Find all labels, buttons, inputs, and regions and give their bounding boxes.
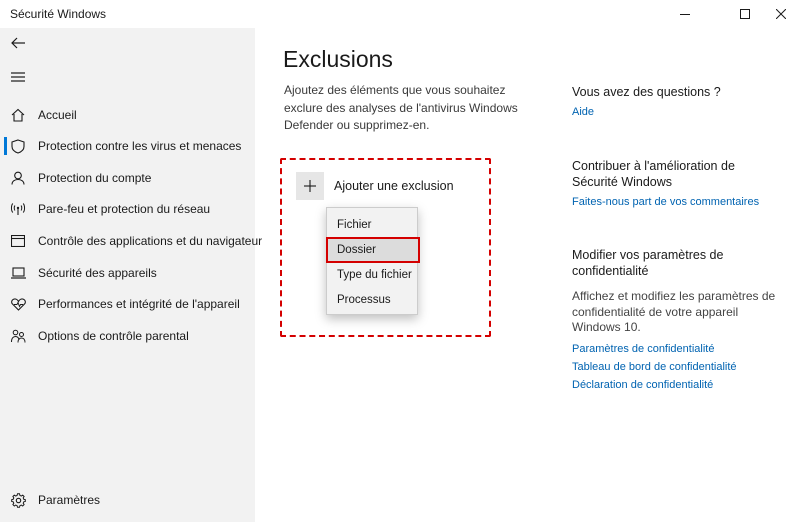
help-link[interactable]: Aide bbox=[572, 106, 782, 118]
hamburger-icon bbox=[11, 72, 25, 82]
sidebar-item-label: Contrôle des applications et du navigate… bbox=[38, 234, 263, 248]
gear-icon bbox=[10, 492, 26, 508]
sidebar-item-label: Options de contrôle parental bbox=[38, 329, 189, 343]
minimize-button[interactable] bbox=[662, 0, 708, 28]
sidebar-item-family-options[interactable]: Options de contrôle parental bbox=[0, 322, 255, 350]
menu-item-folder[interactable]: Dossier bbox=[326, 237, 420, 263]
laptop-icon bbox=[10, 265, 26, 281]
sidebar-item-device-security[interactable]: Sécurité des appareils bbox=[0, 259, 255, 287]
maximize-icon bbox=[740, 9, 750, 19]
close-icon bbox=[776, 9, 786, 19]
exclusion-type-menu: Fichier Dossier Type du fichier Processu… bbox=[326, 207, 420, 315]
home-icon bbox=[10, 107, 26, 123]
back-button[interactable] bbox=[6, 32, 30, 54]
plus-icon bbox=[296, 172, 324, 200]
privacy-section: Modifier vos paramètres de confidentiali… bbox=[572, 247, 782, 391]
sidebar-item-home[interactable]: Accueil bbox=[0, 101, 255, 129]
back-arrow-icon bbox=[11, 37, 25, 49]
sidebar-item-label: Paramètres bbox=[38, 493, 101, 507]
family-icon bbox=[10, 328, 26, 344]
sidebar-item-device-performance[interactable]: Performances et intégrité de l'appareil bbox=[0, 290, 255, 318]
sidebar-item-account-protection[interactable]: Protection du compte bbox=[0, 164, 255, 192]
page-title: Exclusions bbox=[283, 46, 393, 72]
sidebar-item-virus-protection[interactable]: Protection contre les virus et menaces bbox=[0, 132, 255, 160]
window-title: Sécurité Windows bbox=[10, 7, 107, 21]
privacy-settings-link[interactable]: Paramètres de confidentialité bbox=[572, 343, 782, 355]
privacy-dashboard-link[interactable]: Tableau de bord de confidentialité bbox=[572, 361, 782, 373]
sidebar-item-label: Pare-feu et protection du réseau bbox=[38, 202, 211, 216]
person-icon bbox=[10, 170, 26, 186]
add-exclusion-button[interactable]: Ajouter une exclusion bbox=[296, 172, 454, 200]
privacy-description: Affichez et modifiez les paramètres de c… bbox=[572, 289, 776, 334]
feedback-section: Contribuer à l'amélioration de Sécurité … bbox=[572, 158, 782, 208]
sidebar-item-firewall[interactable]: Pare-feu et protection du réseau bbox=[0, 195, 255, 223]
active-indicator bbox=[4, 137, 7, 155]
sidebar-item-settings[interactable]: Paramètres bbox=[0, 486, 255, 514]
sidebar-item-label: Protection du compte bbox=[38, 171, 152, 185]
close-button[interactable] bbox=[758, 0, 800, 28]
sidebar-item-label: Accueil bbox=[38, 108, 77, 122]
sidebar-item-app-browser-control[interactable]: Contrôle des applications et du navigate… bbox=[0, 227, 262, 255]
privacy-heading: Modifier vos paramètres de confidentiali… bbox=[572, 248, 724, 278]
app-browser-icon bbox=[10, 233, 26, 249]
menu-toggle-button[interactable] bbox=[6, 66, 30, 88]
title-bar: Sécurité Windows bbox=[0, 0, 800, 28]
feedback-heading: Contribuer à l'amélioration de Sécurité … bbox=[572, 159, 735, 189]
menu-item-file[interactable]: Fichier bbox=[327, 213, 419, 237]
page-description: Ajoutez des éléments que vous souhaitez … bbox=[284, 83, 518, 132]
help-section: Vous avez des questions ? Aide bbox=[572, 84, 782, 118]
add-exclusion-label: Ajouter une exclusion bbox=[334, 179, 454, 193]
shield-icon bbox=[10, 138, 26, 154]
menu-item-file-type[interactable]: Type du fichier bbox=[327, 263, 419, 287]
feedback-link[interactable]: Faites-nous part de vos commentaires bbox=[572, 196, 782, 208]
help-heading: Vous avez des questions ? bbox=[572, 85, 721, 99]
menu-item-process[interactable]: Processus bbox=[327, 288, 419, 312]
privacy-statement-link[interactable]: Déclaration de confidentialité bbox=[572, 379, 782, 391]
minimize-icon bbox=[680, 14, 690, 15]
heart-icon bbox=[10, 296, 26, 312]
sidebar-item-label: Protection contre les virus et menaces bbox=[38, 139, 242, 153]
sidebar-item-label: Sécurité des appareils bbox=[38, 266, 157, 280]
sidebar-item-label: Performances et intégrité de l'appareil bbox=[38, 297, 240, 311]
wireless-icon bbox=[10, 201, 26, 217]
sidebar: Accueil Protection contre les virus et m… bbox=[0, 28, 262, 522]
